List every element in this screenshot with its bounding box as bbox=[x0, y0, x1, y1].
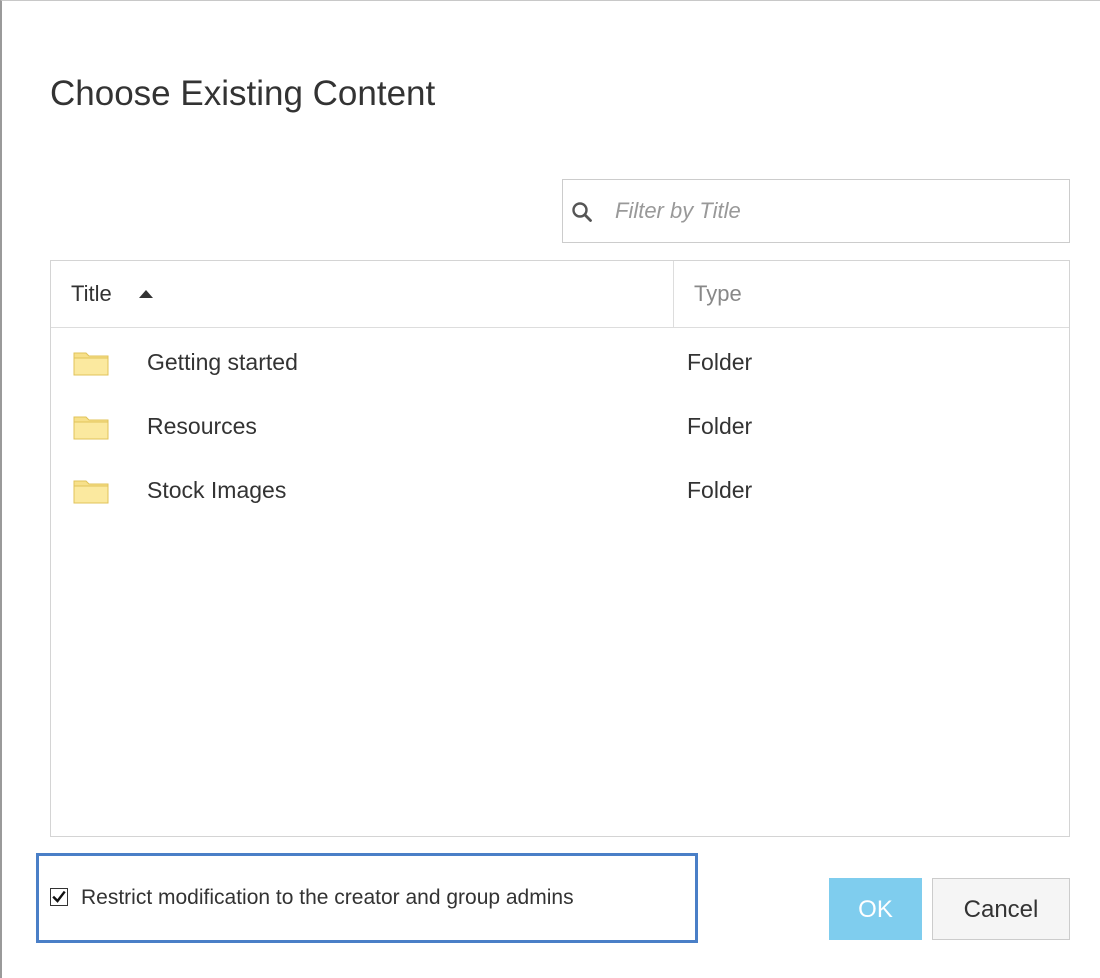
dialog-title: Choose Existing Content bbox=[50, 74, 436, 113]
dialog: Choose Existing Content Title Type Getti… bbox=[0, 0, 1100, 978]
column-header-title[interactable]: Title bbox=[51, 261, 674, 327]
table-row[interactable]: Resources Folder bbox=[51, 393, 1069, 457]
search-icon bbox=[572, 202, 592, 222]
column-title-label: Title bbox=[71, 281, 112, 306]
restrict-option: Restrict modification to the creator and… bbox=[36, 853, 698, 943]
cancel-button[interactable]: Cancel bbox=[932, 878, 1070, 940]
folder-icon bbox=[73, 480, 109, 504]
table-header: Title Type bbox=[51, 261, 1069, 328]
row-type: Folder bbox=[687, 413, 753, 439]
ok-button[interactable]: OK bbox=[829, 878, 922, 940]
content-table: Title Type Getting started Folder Resour… bbox=[50, 260, 1070, 837]
column-type-label: Type bbox=[694, 281, 742, 306]
row-title: Stock Images bbox=[147, 477, 287, 503]
column-header-type[interactable]: Type bbox=[674, 261, 1069, 327]
restrict-checkbox[interactable] bbox=[50, 888, 68, 906]
row-title: Resources bbox=[147, 413, 257, 439]
filter-input[interactable] bbox=[615, 194, 1055, 228]
table-row[interactable]: Getting started Folder bbox=[51, 329, 1069, 393]
folder-icon bbox=[73, 352, 109, 376]
table-row[interactable]: Stock Images Folder bbox=[51, 457, 1069, 521]
sort-ascending-icon bbox=[139, 290, 153, 298]
row-title: Getting started bbox=[147, 349, 298, 375]
folder-icon bbox=[73, 416, 109, 440]
restrict-label[interactable]: Restrict modification to the creator and… bbox=[81, 886, 574, 910]
row-type: Folder bbox=[687, 477, 753, 503]
checkmark-icon bbox=[52, 890, 66, 903]
filter-field[interactable] bbox=[562, 179, 1070, 243]
row-type: Folder bbox=[687, 349, 753, 375]
